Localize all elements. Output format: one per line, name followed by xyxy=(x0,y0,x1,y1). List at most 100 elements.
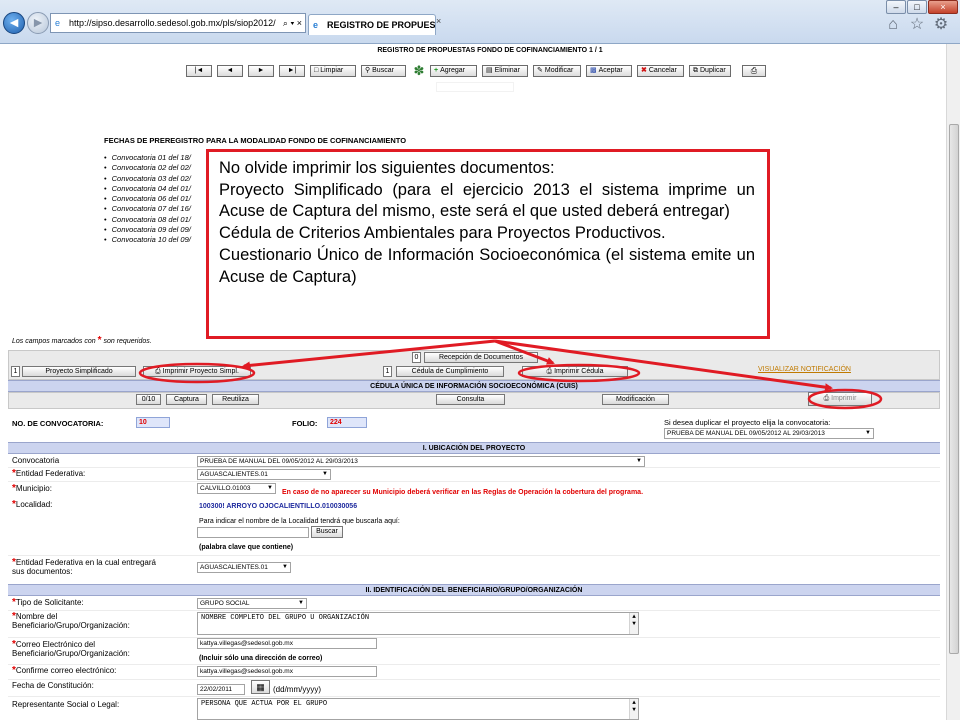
proyecto-simplificado-button[interactable]: Proyecto Simplificado xyxy=(22,366,136,377)
scrollbar-thumb[interactable] xyxy=(949,124,959,654)
buscar-label: Buscar xyxy=(372,67,394,74)
imprimir-cedula-button[interactable]: ⎙ Imprimir Cédula xyxy=(522,366,628,377)
row-divider xyxy=(8,679,940,680)
forward-button[interactable]: ► xyxy=(27,12,49,34)
imprimir-proyecto-label: Imprimir Proyecto Simpl. xyxy=(162,368,239,375)
close-window-button[interactable]: × xyxy=(928,0,958,14)
correo-input[interactable]: kattya.villegas@sedesol.gob.mx xyxy=(197,638,377,649)
municipio-select[interactable]: CALVILLO.01003 xyxy=(197,483,276,494)
localidad-buscar-button[interactable]: Buscar xyxy=(311,526,343,538)
municipio-label-text: Municipio: xyxy=(15,484,52,493)
address-bar[interactable]: e http://sipso.desarrollo.sedesol.gob.mx… xyxy=(50,13,306,33)
next-record-button[interactable]: ► xyxy=(248,65,274,77)
captura-button[interactable]: Captura xyxy=(166,394,207,405)
correo-label-line2: Beneficiario/Grupo/Organización: xyxy=(12,649,130,658)
textarea-scrollbar[interactable]: ▲ ▼ xyxy=(629,699,638,719)
plus-icon: + xyxy=(434,67,439,74)
modificar-button[interactable]: ✎ Modificar xyxy=(533,65,581,77)
modificar-label: Modificar xyxy=(544,67,574,74)
print-button[interactable]: ⎙ xyxy=(742,65,766,77)
back-button[interactable]: ◄ xyxy=(3,12,25,34)
row-divider xyxy=(8,481,940,482)
agregar-label: Agregar xyxy=(440,67,465,74)
ie-page-icon: e xyxy=(55,18,61,28)
correo-label: *Correo Electrónico del Beneficiario/Grup… xyxy=(12,640,130,659)
agregar-button[interactable]: + Agregar xyxy=(430,65,477,77)
entidad-select[interactable]: AGUASCALIENTES.01 xyxy=(197,469,331,480)
calendar-icon[interactable]: ▦ xyxy=(251,680,270,694)
tab-title: REGISTRO DE PROPUESTAS... xyxy=(327,20,436,30)
tipo-solicitante-select[interactable]: GRUPO SOCIAL xyxy=(197,598,307,609)
last-record-button[interactable]: ►| xyxy=(279,65,305,77)
entidad-entrega-select[interactable]: AGUASCALIENTES.01 xyxy=(197,562,291,573)
imprimir-proyecto-button[interactable]: ⎙ Imprimir Proyecto Simpl. xyxy=(143,366,251,377)
confirme-correo-label: *Confirme correo electrónico: xyxy=(12,666,116,676)
eliminar-button[interactable]: ▤ Eliminar xyxy=(482,65,528,77)
section-ubicacion-header: I. UBICACIÓN DEL PROYECTO xyxy=(8,442,940,454)
duplicar-button[interactable]: ⧉ Duplicar xyxy=(689,65,731,77)
duplicar-convocatoria-select[interactable]: PRUEBA DE MANUAL DEL 09/05/2012 AL 29/03… xyxy=(664,428,874,439)
nombre-textarea[interactable]: NOMBRE COMPLETO DEL GRUPO U ORGANIZACIÓN… xyxy=(197,612,639,635)
tab-registro[interactable]: e REGISTRO DE PROPUESTAS... xyxy=(308,14,436,35)
nombre-label-line1: Nombre del xyxy=(15,612,58,621)
confirme-correo-input[interactable]: kattya.villegas@sedesol.gob.mx xyxy=(197,666,377,677)
imprimir-cedula-label: Imprimir Cédula xyxy=(554,368,604,375)
list-item: Convocatoria 04 del 01/ xyxy=(104,184,214,194)
row-divider xyxy=(8,610,940,611)
visualizar-notificacion-link[interactable]: VISUALIZAR NOTIFICACIÓN xyxy=(758,366,851,373)
imprimir-cuis-button[interactable]: ⎙ Imprimir xyxy=(808,392,872,406)
previous-record-button[interactable]: ◄ xyxy=(217,65,243,77)
required-note: Los campos marcados con * son requeridos… xyxy=(12,335,152,346)
nombre-value: NOMBRE COMPLETO DEL GRUPO U ORGANIZACIÓN xyxy=(201,614,370,622)
correo-hint: (Incluir sólo una dirección de correo) xyxy=(199,655,323,662)
localidad-label: *Localidad: xyxy=(12,500,52,510)
printer-icon: ⎙ xyxy=(155,368,163,375)
row-divider xyxy=(8,696,940,697)
address-actions[interactable]: ⌕ ▾ × xyxy=(282,14,302,32)
no-convocatoria-field[interactable]: 10 xyxy=(136,417,170,428)
cancelar-button[interactable]: ✖ Cancelar xyxy=(637,65,684,77)
buscar-button[interactable]: ⚲ Buscar xyxy=(361,65,406,77)
tools-gear-icon[interactable]: ⚙ xyxy=(932,16,950,34)
list-item: Convocatoria 08 del 01/ xyxy=(104,215,214,225)
localidad-hint: Para indicar el nombre de la Localidad t… xyxy=(199,518,400,525)
list-item: Convocatoria 10 del 09/ xyxy=(104,235,214,245)
home-icon[interactable]: ⌂ xyxy=(884,16,902,34)
recepcion-count: 0 xyxy=(412,352,421,363)
convocatoria-select[interactable]: PRUEBA DE MANUAL DEL 09/05/2012 AL 29/03… xyxy=(197,456,645,467)
reutiliza-button[interactable]: Reutiliza xyxy=(212,394,259,405)
cedula-count: 1 xyxy=(383,366,392,377)
textarea-scrollbar[interactable]: ▲ ▼ xyxy=(629,613,638,634)
entidad-label: *Entidad Federativa: xyxy=(12,469,85,479)
magnifier-icon: ⚲ xyxy=(365,67,371,74)
folio-field[interactable]: 224 xyxy=(327,417,367,428)
aceptar-button[interactable]: ▩ Aceptar xyxy=(586,65,632,77)
printer-icon: ⎙ xyxy=(546,368,555,375)
recepcion-documentos-button[interactable]: Recepción de Documentos xyxy=(424,352,538,363)
fecha-constitucion-input[interactable]: 22/02/2011 xyxy=(197,684,245,695)
representante-label: Representante Social o Legal: xyxy=(12,700,120,709)
entidad-entrega-label: *Entidad Federativa en la cual entregará… xyxy=(12,558,156,577)
localidad-value: 100300! ARROYO OJOCALIENTILLO.010030056 xyxy=(199,503,358,510)
representante-textarea[interactable]: PERSONA QUE ACTUA POR EL GRUPO ▲ ▼ xyxy=(197,698,639,720)
required-note-pre: Los campos marcados con xyxy=(12,338,96,345)
cancel-x-icon: ✖ xyxy=(641,67,647,74)
limpiar-button[interactable]: □ Limpiar xyxy=(310,65,356,77)
required-note-post: son requeridos. xyxy=(103,338,152,345)
modificacion-button[interactable]: Modificación xyxy=(602,394,669,405)
list-item: Convocatoria 07 del 16/ xyxy=(104,204,214,214)
consulta-button[interactable]: Consulta xyxy=(436,394,505,405)
printer-icon: ⎙ xyxy=(823,395,832,402)
first-record-button[interactable]: |◄ xyxy=(186,65,212,77)
page-scrollbar[interactable] xyxy=(946,44,960,720)
favorites-star-icon[interactable]: ☆ xyxy=(908,16,926,34)
localidad-search-input[interactable] xyxy=(197,527,309,538)
list-item: Convocatoria 02 del 02/ xyxy=(104,163,214,173)
tab-close-icon[interactable]: × xyxy=(436,16,446,26)
imprimir-cuis-label: Imprimir xyxy=(831,395,857,402)
maximize-button[interactable]: □ xyxy=(907,0,927,14)
proyecto-count: 1 xyxy=(11,366,20,377)
minimize-button[interactable]: – xyxy=(886,0,906,14)
cedula-cumplimiento-button[interactable]: Cédula de Cumplimiento xyxy=(396,366,504,377)
reminder-callout: No olvide imprimir los siguientes docume… xyxy=(206,149,770,339)
